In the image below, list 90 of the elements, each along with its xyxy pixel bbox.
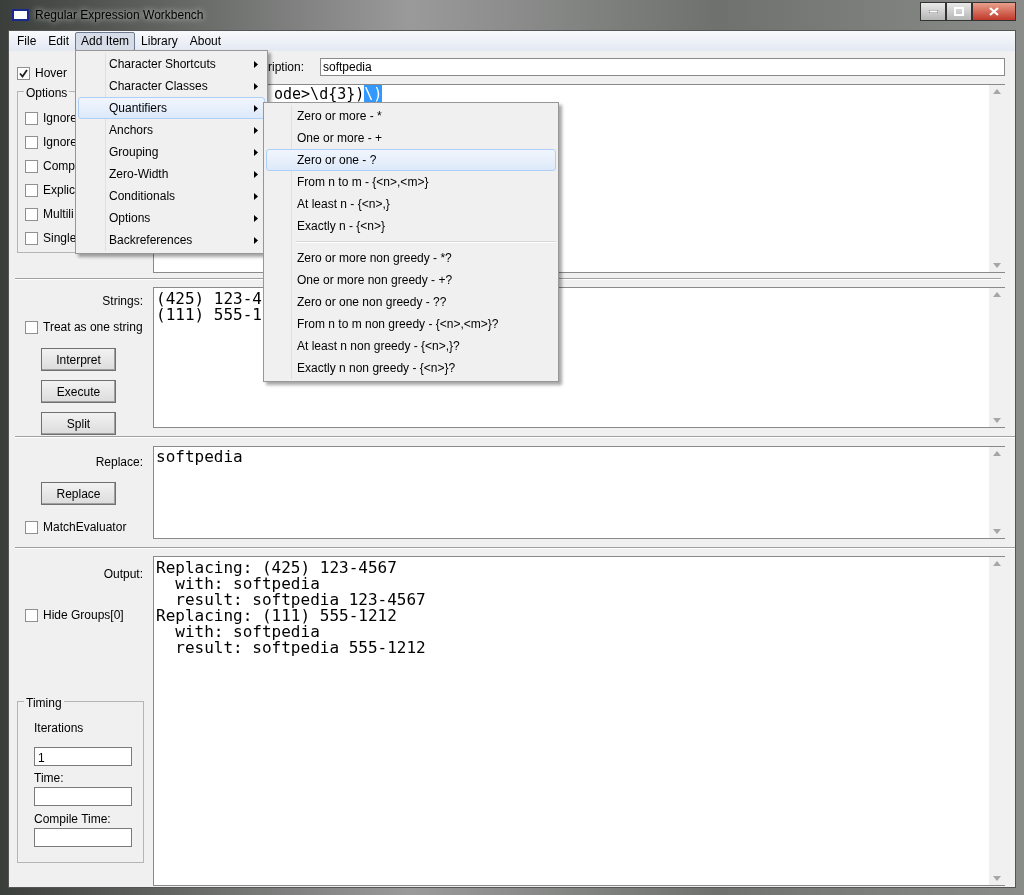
menu-item[interactable]: Add Item [75,31,136,51]
scroll-down-icon[interactable] [993,263,1001,268]
checkbox-label: Single [43,230,77,247]
scroll-up-icon[interactable] [993,451,1001,456]
checkbox[interactable] [25,320,38,334]
submenu-arrow-icon [254,148,258,156]
close-icon[interactable] [989,6,999,16]
menu-item[interactable]: Conditionals [78,185,265,207]
checkbox[interactable] [25,231,38,245]
checkbox[interactable] [25,159,38,173]
checkbox[interactable] [25,207,38,221]
checkbox-label: Hide Groups[0] [43,607,124,624]
menu-item[interactable]: One or more non greedy - +? [266,269,556,291]
checkbox-label: Ignore [43,110,78,127]
submenu-arrow-icon [254,192,258,200]
submenu-arrow-icon [254,126,258,134]
output-field[interactable]: Replacing: (425) 123-4567 with: softpedia result: softpedia 123-4567 Replacing: (111) 555-1212 with: softpedia result: softpedia 555-1212 [154,557,428,659]
action-button[interactable]: Interpret [41,348,116,371]
menu-item[interactable]: From n to m non greedy - {<n>,<m>}? [266,313,556,335]
compile-time-field[interactable] [34,828,132,847]
checkbox-label: Ignore [43,134,78,151]
menu-item[interactable]: Zero or more - * [266,105,556,127]
field-label: Iterations [34,720,85,737]
menu-item[interactable]: Exactly n non greedy - {<n>}? [266,357,556,379]
action-button[interactable]: Split [41,412,116,435]
submenu-arrow-icon [254,214,258,222]
window-title: Regular Expression Workbench [35,7,204,24]
checkbox-label: Hover [35,65,67,82]
scrollbar[interactable] [989,85,1005,272]
iterations-field[interactable]: 1 [34,747,132,766]
menu-item[interactable]: From n to m - {<n>,<m>} [266,171,556,193]
menu-item[interactable]: Zero-Width [78,163,265,185]
maximize-button[interactable] [946,1,972,21]
checkbox[interactable] [17,66,30,80]
submenu-arrow-icon [254,236,258,244]
checkbox[interactable] [25,111,38,125]
scroll-up-icon[interactable] [993,292,1001,297]
minimize-button[interactable] [920,1,946,21]
submenu-arrow-icon [254,104,258,112]
replace-field[interactable]: softpedia [154,447,245,467]
scroll-down-icon[interactable] [993,418,1001,423]
menu-item[interactable]: Character Shortcuts [78,53,265,75]
submenu-arrow-icon [254,60,258,68]
menu-item[interactable]: File [11,31,43,51]
checkbox[interactable] [25,183,38,197]
app-icon [12,9,29,21]
checkbox-label: MatchEvaluator [43,519,127,536]
replace-button[interactable]: Replace [41,482,116,505]
menu-item[interactable]: Zero or one non greedy - ?? [266,291,556,313]
time-field[interactable] [34,787,132,806]
menu-item[interactable]: About [183,31,228,51]
checkbox[interactable] [25,520,38,534]
scrollbar[interactable] [989,447,1005,538]
checkbox-label: Explic [43,182,75,199]
scroll-down-icon[interactable] [993,876,1001,881]
submenu-arrow-icon [254,82,258,90]
menu-item[interactable]: Grouping [78,141,265,163]
strings-label: Strings: [101,293,144,310]
menu-item[interactable]: Options [78,207,265,229]
strings-field[interactable]: (425) 123-4 (111) 555-1 [154,288,264,326]
action-button[interactable]: Execute [41,380,116,403]
scrollbar[interactable] [989,557,1005,885]
menu-item[interactable]: Quantifiers [78,97,265,119]
menu-item[interactable]: One or more - + [266,127,556,149]
field-label: Time: [34,770,65,787]
menu-item[interactable]: Anchors [78,119,265,141]
close-button[interactable] [972,1,1016,21]
scroll-down-icon[interactable] [993,529,1001,534]
menu-item[interactable]: At least n non greedy - {<n>,}? [266,335,556,357]
description-field[interactable]: softpedia [320,58,1005,76]
checkbox[interactable] [25,135,38,149]
menu-item[interactable]: At least n - {<n>,} [266,193,556,215]
checkbox-label: Multili [43,206,74,223]
menu-item[interactable]: Character Classes [78,75,265,97]
replace-label: Replace: [94,454,144,471]
description-label: ription: [268,59,306,76]
submenu-arrow-icon [254,170,258,178]
menu-item[interactable]: Edit [42,31,76,51]
menu-item[interactable]: Zero or more non greedy - *? [266,247,556,269]
checkbox-label: Treat as one string [43,319,143,336]
scroll-up-icon[interactable] [993,561,1001,566]
scroll-up-icon[interactable] [993,89,1001,94]
checkbox[interactable] [25,608,38,622]
menu-item[interactable]: Library [135,31,184,51]
menu-item[interactable]: Exactly n - {<n>} [266,215,556,237]
output-label: Output: [102,566,144,583]
menu-item[interactable]: Zero or one - ? [266,149,556,171]
scrollbar[interactable] [989,288,1005,427]
field-label: Compile Time: [34,811,112,828]
menu-item[interactable]: Backreferences [78,229,265,251]
